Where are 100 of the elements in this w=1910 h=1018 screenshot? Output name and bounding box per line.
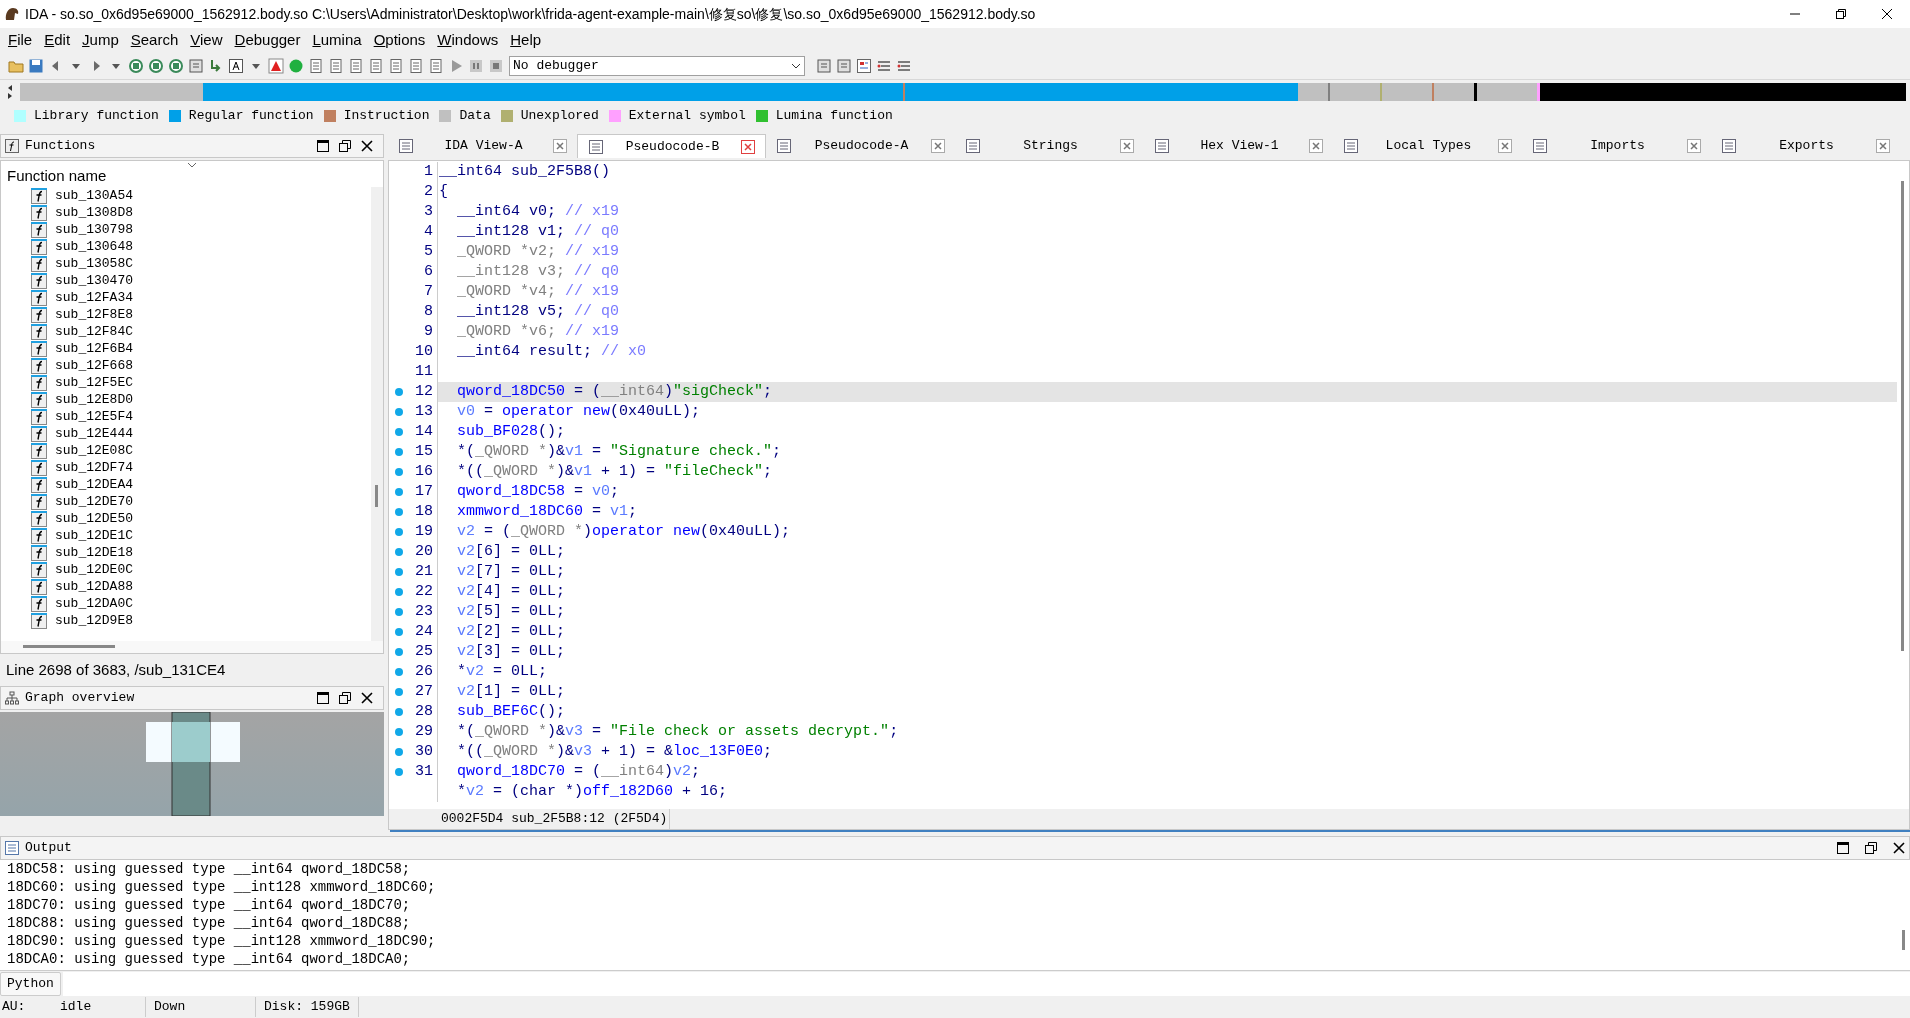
- code-line: __int128 v1; // q0: [457, 221, 620, 242]
- function-item[interactable]: sub_12DA88: [55, 578, 133, 595]
- function-item[interactable]: sub_12DEA4: [55, 476, 133, 493]
- menu-item[interactable]: Windows: [431, 28, 505, 52]
- line-number: 10: [414, 341, 434, 362]
- legend-label: Instruction: [343, 107, 430, 126]
- code-line: {: [439, 181, 448, 202]
- code-line: *((_QWORD *)&v1 + 1) = "fileCheck";: [457, 461, 773, 482]
- code-line: *v2 = (char *)off_182D60 + 16;: [457, 781, 728, 802]
- line-number: 18: [414, 501, 434, 522]
- line-number: 13: [414, 401, 434, 422]
- function-item[interactable]: sub_12DE1C: [55, 527, 133, 544]
- panel-title: Graph overview: [25, 689, 135, 708]
- code-line: __int128 v3; // q0: [457, 261, 620, 282]
- line-number: 12: [414, 381, 434, 402]
- legend-label: External symbol: [628, 107, 746, 126]
- menu-item[interactable]: Edit: [38, 28, 77, 52]
- location-text: 0002F5D4 sub_2F5B8:12 (2F5D4): [439, 809, 671, 829]
- code-line: v2[3] = 0LL;: [457, 641, 566, 662]
- code-line: xmmword_18DC60 = v1;: [457, 501, 638, 522]
- code-line: qword_18DC58 = v0;: [457, 481, 620, 502]
- code-line: v2[4] = 0LL;: [457, 581, 566, 602]
- line-number: 7: [423, 281, 434, 302]
- line-number: 25: [414, 641, 434, 662]
- code-line: v2[2] = 0LL;: [457, 621, 566, 642]
- line-number: 16: [414, 461, 434, 482]
- code-line: *((_QWORD *)&v3 + 1) = &loc_13F0E0;: [457, 741, 773, 762]
- code-line: *(_QWORD *)&v1 = "Signature check.";: [457, 441, 782, 462]
- status-text: idle: [60, 997, 146, 1017]
- function-item[interactable]: sub_130470: [55, 272, 133, 289]
- function-item[interactable]: sub_130A54: [55, 187, 133, 204]
- code-line: __int128 v5; // q0: [457, 301, 620, 322]
- menu-item[interactable]: View: [184, 28, 229, 52]
- code-line: __int64 v0; // x19: [457, 201, 620, 222]
- line-number: 14: [414, 421, 434, 442]
- function-item[interactable]: sub_1308D8: [55, 204, 133, 221]
- language-button[interactable]: Python: [0, 971, 61, 996]
- menu-item[interactable]: Options: [367, 28, 432, 52]
- code-line: qword_18DC70 = (__int64)v2;: [457, 761, 701, 782]
- line-number: 19: [414, 521, 434, 542]
- debugger-select[interactable]: No debugger: [509, 55, 805, 76]
- line-number: 29: [414, 721, 434, 742]
- function-item[interactable]: sub_13058C: [55, 255, 133, 272]
- function-item[interactable]: sub_12F8E8: [55, 306, 133, 323]
- function-item[interactable]: sub_12E8D0: [55, 391, 133, 408]
- output-line: 18DC58: using guessed type __int64 qword_18DC58;: [7, 860, 412, 878]
- function-item[interactable]: sub_12DA0C: [55, 595, 133, 612]
- code-line: sub_BEF6C();: [457, 701, 566, 722]
- line-number: 28: [414, 701, 434, 722]
- code-line: v0 = operator new(0x40uLL);: [457, 401, 701, 422]
- code-line: __int64 sub_2F5B8(): [439, 161, 611, 182]
- line-number: 20: [414, 541, 434, 562]
- menu-item[interactable]: Help: [504, 28, 548, 52]
- output-line: 18DC60: using guessed type __int128 xmmword_18DC60;: [7, 878, 437, 896]
- line-number: 6: [423, 261, 434, 282]
- function-item[interactable]: sub_12DE50: [55, 510, 133, 527]
- menu-item[interactable]: Debugger: [228, 28, 307, 52]
- tab[interactable]: Pseudocode-B: [577, 134, 766, 158]
- line-number: 21: [414, 561, 434, 582]
- function-item[interactable]: sub_12F6B4: [55, 340, 133, 357]
- function-item[interactable]: sub_12DE70: [55, 493, 133, 510]
- menu-item[interactable]: File: [2, 28, 39, 52]
- function-item[interactable]: sub_12E5F4: [55, 408, 133, 425]
- code-line: v2[5] = 0LL;: [457, 601, 566, 622]
- function-item[interactable]: sub_12F5EC: [55, 374, 133, 391]
- menu-item[interactable]: Search: [124, 28, 185, 52]
- code-line: __int64 result; // x0: [457, 341, 647, 362]
- function-item[interactable]: sub_12E444: [55, 425, 133, 442]
- legend-label: Data: [459, 107, 491, 126]
- function-item[interactable]: sub_12FA34: [55, 289, 133, 306]
- code-line: *(_QWORD *)&v3 = "File check or assets decrypt.";: [457, 721, 899, 742]
- line-number: 4: [423, 221, 434, 242]
- status-text: Line 2698 of 3683, /sub_131CE4: [5, 659, 227, 680]
- status-text: Down: [146, 997, 256, 1017]
- function-item[interactable]: sub_12F668: [55, 357, 133, 374]
- code-line: *v2 = 0LL;: [457, 661, 548, 682]
- code-line: _QWORD *v4; // x19: [457, 281, 620, 302]
- code-line: _QWORD *v2; // x19: [457, 241, 620, 262]
- function-item[interactable]: sub_12E08C: [55, 442, 133, 459]
- function-item[interactable]: sub_130798: [55, 221, 133, 238]
- column-header[interactable]: Function name: [1, 161, 383, 187]
- legend-label: Regular function: [188, 107, 314, 126]
- line-number: 22: [414, 581, 434, 602]
- code-line: v2 = (_QWORD *)operator new(0x40uLL);: [457, 521, 791, 542]
- line-number: 26: [414, 661, 434, 682]
- code-line: _QWORD *v6; // x19: [457, 321, 620, 342]
- menu-item[interactable]: Jump: [76, 28, 125, 52]
- line-number: 24: [414, 621, 434, 642]
- menu-item[interactable]: Lumina: [306, 28, 368, 52]
- function-item[interactable]: sub_12DE0C: [55, 561, 133, 578]
- code-line: sub_BF028();: [457, 421, 566, 442]
- function-item[interactable]: sub_12D9E8: [55, 612, 133, 629]
- function-item[interactable]: sub_130648: [55, 238, 133, 255]
- panel-title: Output: [25, 839, 72, 858]
- output-line: 18DCA0: using guessed type __int64 qword_18DCA0;: [7, 950, 412, 968]
- function-item[interactable]: sub_12DF74: [55, 459, 133, 476]
- line-number: 3: [423, 201, 434, 222]
- line-number: 5: [423, 241, 434, 262]
- function-item[interactable]: sub_12DE18: [55, 544, 133, 561]
- function-item[interactable]: sub_12F84C: [55, 323, 133, 340]
